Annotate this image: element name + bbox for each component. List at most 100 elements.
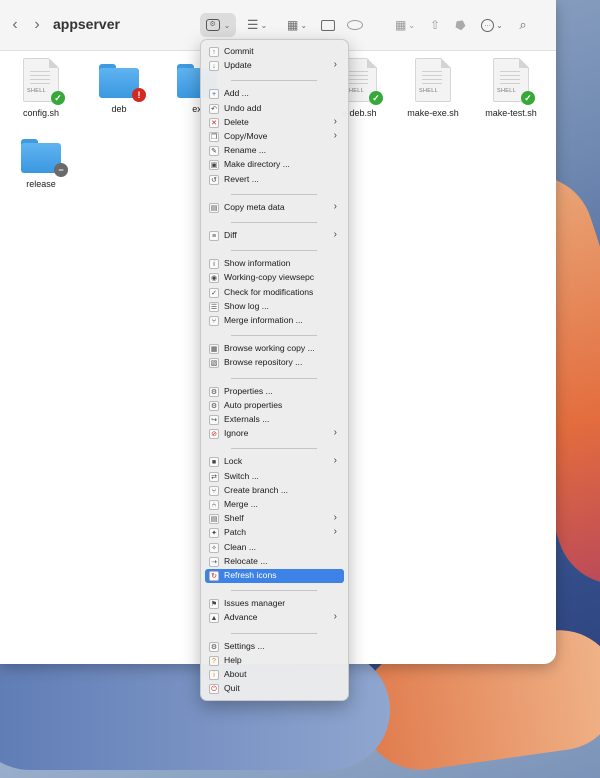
menu-separator: [231, 250, 317, 252]
menu-separator: [231, 193, 317, 195]
menu-item-auto-properties[interactable]: ⚙ Auto properties: [205, 399, 344, 413]
pencil-icon: ✎: [209, 146, 219, 157]
menu-item-label: Advance: [224, 612, 258, 623]
chevron-down-icon: ⌄: [300, 20, 308, 30]
menu-item-undo-add[interactable]: ↶ Undo add: [205, 102, 344, 116]
tag-button[interactable]: ⬟: [451, 13, 468, 37]
menu-item-browse-working-copy[interactable]: ▦ Browse working copy ...: [205, 342, 344, 356]
folder-icon: !: [99, 64, 146, 102]
more-button[interactable]: … ⌄: [479, 13, 505, 37]
shell-script-icon: SHELL ✓: [493, 58, 535, 105]
menu-item-advance[interactable]: ▲ Advance ›: [205, 611, 344, 625]
menu-item-label: Rename ...: [224, 145, 267, 156]
menu-item-create-branch[interactable]: ⑂ Create branch ...: [205, 484, 344, 498]
menu-item-label: Update: [224, 60, 252, 71]
menu-item-delete[interactable]: ✕ Delete ›: [205, 116, 344, 130]
chevron-right-icon: ›: [333, 229, 337, 240]
menu-item-label: Help: [224, 654, 242, 665]
menu-item-commit[interactable]: ↑ Commit: [205, 45, 344, 59]
menu-item-externals[interactable]: ↪ Externals ...: [205, 413, 344, 427]
chevron-down-icon: ⌄: [260, 20, 268, 30]
menu-item-settings[interactable]: ⚙ Settings ...: [205, 640, 344, 654]
svn-plugin-icon: ⚙: [205, 19, 220, 31]
revert-icon: ↺: [209, 174, 219, 185]
menu-item-update[interactable]: ↓ Update ›: [205, 59, 344, 73]
menu-item-help[interactable]: ? Help: [205, 654, 344, 668]
file-item[interactable]: SHELL ✓ make-test.sh: [474, 58, 548, 118]
menu-item-label: Create branch ...: [224, 484, 289, 495]
menu-item-label: Show log ...: [224, 300, 269, 311]
menu-item-label: Show information: [224, 258, 291, 269]
chevron-down-icon: ⌄: [223, 20, 231, 30]
switch-icon: ⇄: [209, 471, 219, 482]
view-grid-button[interactable]: ▦ ⌄: [392, 13, 418, 37]
menu-item-label: Browse repository ...: [224, 357, 303, 368]
menu-item-relocate[interactable]: ⇢ Relocate ...: [205, 555, 344, 569]
clean-icon: ✧: [209, 542, 219, 553]
menu-item-show-log[interactable]: ☰ Show log ...: [205, 300, 344, 314]
menu-item-check-for-modifications[interactable]: ✓ Check for modifications: [205, 286, 344, 300]
menu-item-add[interactable]: + Add ...: [205, 87, 344, 101]
file-item[interactable]: SHELL make-exe.sh: [396, 58, 470, 118]
menu-item-label: Commit: [224, 46, 254, 56]
search-button[interactable]: ⌕: [516, 13, 530, 37]
diff-icon: ≡: [209, 231, 219, 241]
file-item[interactable]: SHELL ✓ config.sh: [4, 58, 78, 118]
svn-plugin-button[interactable]: ⚙ ⌄: [200, 13, 236, 37]
menu-item-label: Add ...: [224, 88, 249, 99]
menu-item-shelf[interactable]: ▤ Shelf ›: [205, 512, 344, 526]
menu-item-show-information[interactable]: i Show information: [205, 257, 344, 271]
list-view-button[interactable]: ☰ ⌄: [244, 13, 270, 37]
menu-item-make-directory[interactable]: ▣ Make directory ...: [205, 158, 344, 172]
chevron-down-icon: ⌄: [496, 20, 503, 30]
menu-item-about[interactable]: i About: [205, 668, 344, 682]
status-ok-icon: ✓: [521, 91, 535, 105]
menu-item-switch[interactable]: ⇄ Switch ...: [205, 470, 344, 484]
menu-item-label: Merge information ...: [224, 315, 303, 325]
menu-item-quit[interactable]: ⏻ Quit: [205, 682, 344, 696]
list-icon: ☰: [246, 17, 259, 32]
menu-item-ignore[interactable]: ⊘ Ignore ›: [205, 427, 344, 441]
back-icon[interactable]: ‹: [8, 13, 22, 37]
chevron-right-icon: ›: [333, 611, 337, 623]
menu-item-revert[interactable]: ↺ Revert ...: [205, 173, 344, 187]
shelf-icon: ▤: [209, 514, 219, 525]
group-button[interactable]: ▦ ⌄: [284, 13, 310, 37]
menu-item-label: Lock: [224, 456, 243, 467]
chevron-right-icon: ›: [333, 115, 337, 127]
menu-item-working-copy-viewsepc[interactable]: ◉ Working-copy viewsepc: [205, 271, 344, 285]
share-button[interactable]: ⇧: [428, 13, 442, 37]
menu-item-patch[interactable]: ✦ Patch ›: [205, 526, 344, 540]
help-icon: ?: [209, 655, 219, 666]
menu-item-browse-repository[interactable]: ▧ Browse repository ...: [205, 356, 344, 370]
preview-button[interactable]: [346, 13, 364, 37]
settings-icon: ⚙: [209, 641, 219, 652]
log-icon: ☰: [209, 301, 219, 312]
menu-item-merge[interactable]: ⑃ Merge ...: [205, 498, 344, 512]
folder-item[interactable]: ! deb: [82, 58, 156, 114]
menu-item-lock[interactable]: ■ Lock ›: [205, 455, 344, 469]
menu-item-label: About: [224, 669, 247, 679]
menu-item-label: Delete: [224, 116, 249, 127]
eye-icon: ◉: [209, 273, 219, 284]
browse-icon: ▦: [209, 344, 219, 355]
folder-plus-icon: ▣: [209, 160, 219, 171]
merge-icon: ⑃: [209, 500, 219, 510]
menu-item-copy-meta-data[interactable]: ▤ Copy meta data ›: [205, 201, 344, 215]
menu-item-clean[interactable]: ✧ Clean ...: [205, 541, 344, 555]
forward-icon[interactable]: ›: [30, 13, 44, 37]
merge-info-icon: ⑂: [209, 316, 219, 326]
folder-item[interactable]: − release: [4, 133, 78, 189]
menu-item-properties[interactable]: ⚙ Properties ...: [205, 385, 344, 399]
menu-item-diff[interactable]: ≡ Diff ›: [205, 229, 344, 243]
menu-item-refresh-icons[interactable]: ↻ Refresh icons: [205, 569, 344, 583]
new-folder-button[interactable]: [320, 13, 336, 37]
menu-item-copy-move[interactable]: ❐ Copy/Move ›: [205, 130, 344, 144]
menu-item-issues-manager[interactable]: ⚑ Issues manager: [205, 597, 344, 611]
menu-item-label: Undo add: [224, 102, 262, 113]
menu-item-rename[interactable]: ✎ Rename ...: [205, 144, 344, 158]
properties-icon: ⚙: [209, 386, 219, 397]
menu-separator: [231, 632, 317, 634]
magnifier-icon: ⌕: [519, 17, 527, 32]
menu-item-merge-information[interactable]: ⑂ Merge information ...: [205, 314, 344, 328]
